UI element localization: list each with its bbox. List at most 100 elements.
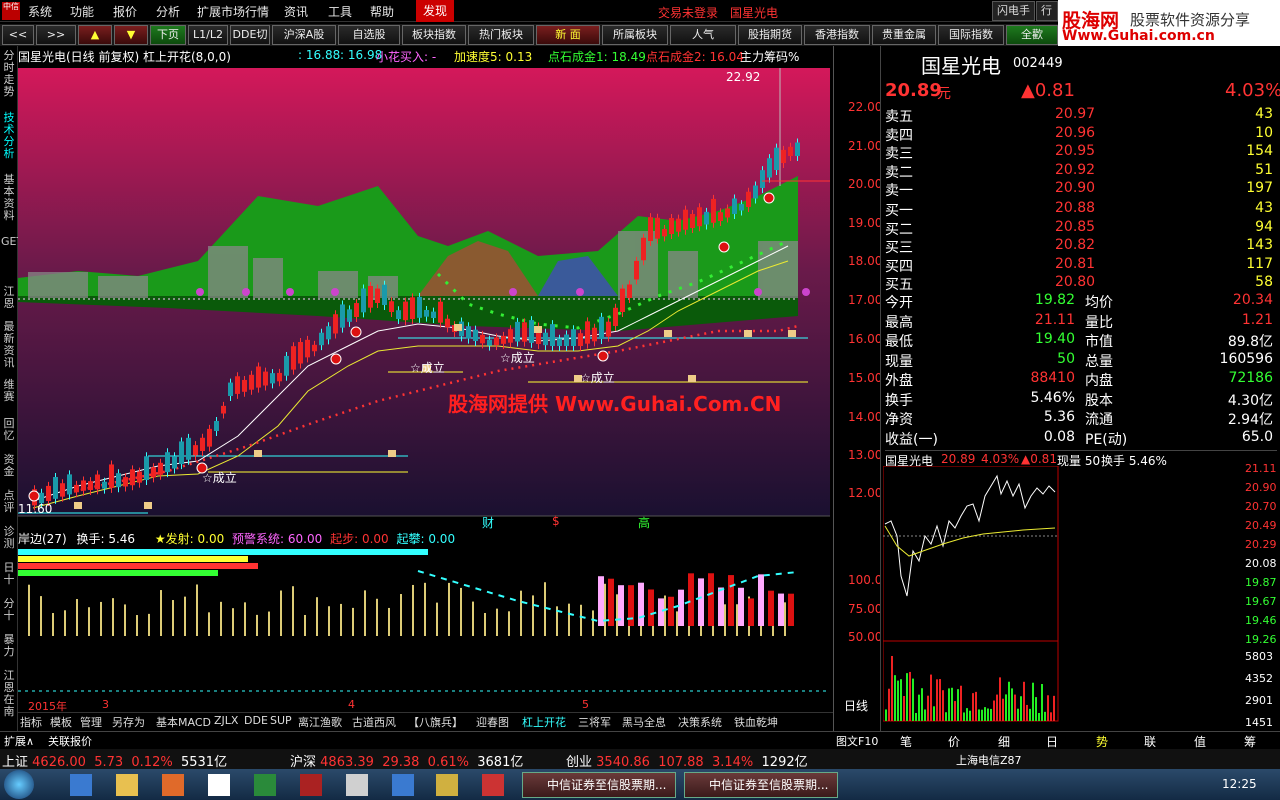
bid-row[interactable]: 买二 20.85 94 [885,219,1277,238]
tab-min-ten[interactable]: 分十 [1,598,17,622]
app-icon-7[interactable] [482,774,504,796]
tab-save-as[interactable]: 另存为 [112,714,145,730]
tab-weisai[interactable]: 维赛 [1,379,17,403]
next-button[interactable]: >> [36,25,76,45]
app-icon-2[interactable] [254,774,276,796]
menu-help[interactable]: 帮助 [370,3,394,20]
ad-banner[interactable]: 股海网 股票软件资源分享 Www.Guhai.com.cn [1058,0,1280,46]
tab-gann[interactable]: 江恩 [1,286,17,310]
tab-decision[interactable]: 决策系统 [678,714,722,730]
kline-chart[interactable]: 国星光电(日线 前复权) 杠上开花(8,0,0) : 16.88 : 16.98… [18,46,833,713]
ask-row[interactable]: 卖四 20.96 10 [885,125,1277,144]
mini-intraday-chart[interactable] [883,466,1063,731]
tab-value[interactable]: 值 [1194,733,1206,750]
tab-template[interactable]: 模板 [50,714,72,730]
sector-belong-button[interactable]: 所属板块 [602,25,668,45]
tab-day-ten[interactable]: 日十 [1,562,17,586]
ask-row[interactable]: 卖三 20.95 154 [885,143,1277,162]
tab-heima[interactable]: 黑马全息 [622,714,666,730]
menu-tools[interactable]: 工具 [328,3,352,20]
app-icon-6[interactable] [436,774,458,796]
login-status[interactable]: 交易未登录 [658,4,718,21]
tab-basic-macd[interactable]: 基本MACD [156,714,211,730]
l1-l2-button[interactable]: L1/L2 [188,25,228,45]
server-name[interactable]: 上海电信Z87 [956,752,1022,768]
tab-diagnosis[interactable]: 诊测 [1,526,17,550]
taskbar-window-2[interactable]: 中信证券至信股票期... [684,772,838,798]
media-player-icon[interactable] [162,774,184,796]
tab-yingchun[interactable]: 迎春图 [476,714,509,730]
prev-button[interactable]: << [2,25,34,45]
bid-row[interactable]: 买一 20.88 43 [885,200,1277,219]
tab-gangshang[interactable]: 杠上开花 [522,714,566,730]
tab-detail[interactable]: 细 [998,733,1010,750]
hot-sector-button[interactable]: 热门板块 [468,25,534,45]
ie-icon[interactable] [70,774,92,796]
tab-capital[interactable]: 资金 [1,454,17,478]
ask-row[interactable]: 卖五 20.97 43 [885,106,1277,125]
tab-trend[interactable]: 势 [1096,733,1108,750]
sh-sz-a-button[interactable]: 沪深A股 [272,25,336,45]
ask-row[interactable]: 卖一 20.90 197 [885,180,1277,199]
tab-dde[interactable]: DDE [244,714,268,727]
tag-high[interactable]: 高 [638,514,650,531]
tab-tick[interactable]: 笔 [900,733,912,750]
down-arrow-icon[interactable]: ▼ [114,25,148,45]
tab-day[interactable]: 日 [1046,733,1058,750]
tab-fundamental[interactable]: 基本资料 [1,174,17,222]
tab-technical[interactable]: 技术分析 [1,112,17,160]
app-icon[interactable] [208,774,230,796]
popularity-button[interactable]: 人气 [670,25,736,45]
tab-chips[interactable]: 筹 [1244,733,1256,750]
ask-row[interactable]: 卖二 20.92 51 [885,162,1277,181]
menu-news[interactable]: 资讯 [284,3,308,20]
tab-lijiang[interactable]: 离江渔歌 [298,714,342,730]
taskbar-window-1[interactable]: 中信证券至信股票期... [522,772,676,798]
tab-intraday[interactable]: 分时走势 [1,50,17,98]
related-quote-button[interactable]: 关联报价 [48,733,92,749]
all-button[interactable]: 全歡 [1006,25,1058,45]
tag-finance[interactable]: 财 [482,514,494,531]
quote-button[interactable]: 行情 [1036,1,1058,21]
up-arrow-icon[interactable]: ▲ [78,25,112,45]
app-icon-5[interactable] [392,774,414,796]
tab-baqi[interactable]: 【八旗兵】 [408,714,463,730]
tab-violent[interactable]: 暴力 [1,634,17,658]
folder-icon[interactable] [116,774,138,796]
dde-switch-button[interactable]: DDE切 [230,25,270,45]
tab-sanjiang[interactable]: 三将军 [578,714,611,730]
tab-link[interactable]: 联 [1144,733,1156,750]
app-icon-3[interactable] [300,774,322,796]
expand-button[interactable]: 扩展∧ [4,733,34,749]
tab-sup[interactable]: SUP [270,714,292,727]
menu-analysis[interactable]: 分析 [156,3,180,20]
bid-row[interactable]: 买五 20.80 58 [885,274,1277,293]
precious-metal-button[interactable]: 贵重金属 [872,25,936,45]
menu-system[interactable]: 系统 [28,3,52,20]
tab-manage[interactable]: 管理 [80,714,102,730]
new-face-button[interactable]: 新 面 [536,25,600,45]
index-item[interactable]: 创业 3540.86 107.88 3.14% 1292亿 [566,751,846,770]
tab-gudao[interactable]: 古道西风 [352,714,396,730]
flash-hand-button[interactable]: 闪电手 [992,1,1035,21]
tab-get[interactable]: GET [1,236,23,248]
watchlist-button[interactable]: 自选股 [338,25,400,45]
menu-function[interactable]: 功能 [70,3,94,20]
menu-discover[interactable]: 发现 [416,0,454,22]
index-item[interactable]: 沪深 4863.39 29.38 0.61% 3681亿 [290,751,570,770]
period-label[interactable]: 日线 [844,697,868,714]
tag-dollar[interactable]: $ [552,514,560,528]
index-futures-button[interactable]: 股指期货 [738,25,802,45]
menu-quote[interactable]: 报价 [113,3,137,20]
tab-comment[interactable]: 点评 [1,490,17,514]
bid-row[interactable]: 买四 20.81 117 [885,256,1277,275]
next-page-button[interactable]: 下页 [150,25,186,45]
tab-memory[interactable]: 回忆 [1,418,17,442]
hk-index-button[interactable]: 香港指数 [804,25,870,45]
bid-row[interactable]: 买三 20.82 143 [885,237,1277,256]
sector-index-button[interactable]: 板块指数 [402,25,466,45]
menu-ext-market[interactable]: 扩展市场行情 [197,3,269,20]
tab-tiexue[interactable]: 铁血乾坤 [734,714,778,730]
f10-button[interactable]: 图文F10 [836,733,878,749]
index-item[interactable]: 上证 4626.00 5.73 0.12% 5531亿 [2,751,282,770]
